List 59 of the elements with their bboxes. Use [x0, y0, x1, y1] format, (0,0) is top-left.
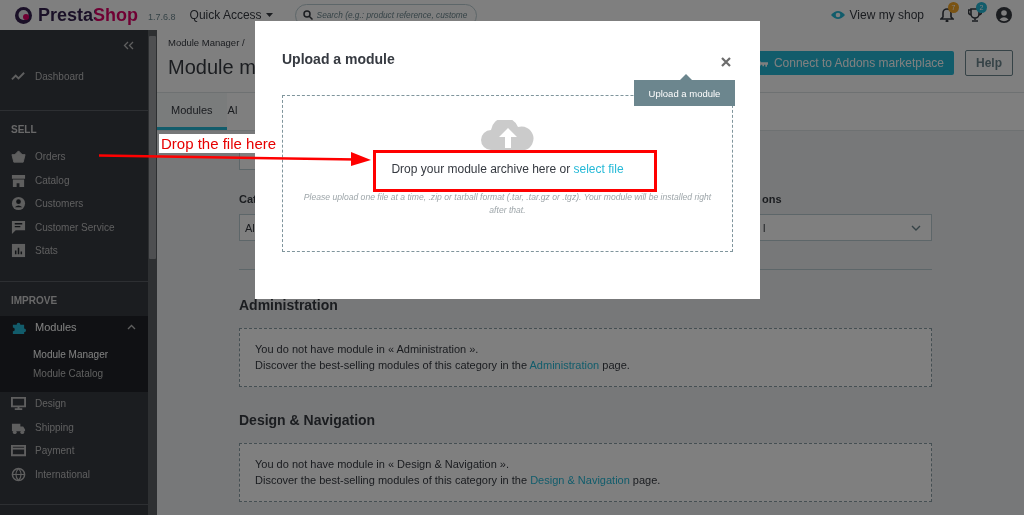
quick-access-menu[interactable]: Quick Access: [189, 8, 273, 22]
notice-text: You do not have module in « Administration ».: [255, 342, 480, 357]
section-title: Administration: [239, 296, 339, 315]
eye-icon: [830, 10, 845, 20]
sidebar-item[interactable]: Orders: [0, 145, 148, 169]
sidebar-item[interactable]: Design: [0, 392, 148, 416]
globe-icon: [11, 466, 26, 482]
select-value: Al: [245, 221, 255, 234]
sidebar-item[interactable]: Stats: [0, 239, 148, 263]
submenu-item[interactable]: Module Manager: [0, 345, 148, 364]
sidebar-item[interactable]: Dashboard: [0, 60, 148, 92]
caret-icon: [265, 13, 273, 17]
notice-text: You do not have module in « Design & Navigation ».: [255, 457, 510, 472]
bar-chart-icon: [11, 243, 26, 259]
cloud-upload-icon: [480, 120, 535, 150]
tab[interactable]: Al: [226, 93, 252, 130]
chat-icon: [11, 219, 26, 235]
tooltip: Upload a module: [634, 80, 735, 106]
filter-label: ons: [761, 192, 782, 206]
sidebar-item[interactable]: Customers: [0, 192, 148, 216]
view-shop-link[interactable]: View my shop: [849, 8, 924, 22]
collapse-icon[interactable]: [123, 40, 134, 50]
scrollbar-thumb[interactable]: [149, 36, 156, 259]
sidebar-item[interactable]: Payment: [0, 439, 148, 463]
user-icon[interactable]: [996, 7, 1012, 23]
sidebar-item[interactable]: International: [0, 462, 148, 486]
category-link[interactable]: Design & Navigation: [530, 473, 630, 486]
section-title: Design & Navigation: [239, 411, 377, 430]
card-icon: [11, 443, 26, 459]
basket-icon: [11, 149, 26, 165]
chevron-up-icon: [127, 324, 136, 331]
category-link[interactable]: Administration: [529, 358, 600, 371]
store-icon: [11, 172, 26, 188]
discover-text: Discover the best-selling modules of this category in the Administration page.: [255, 357, 631, 373]
page-title: Module m: [168, 55, 256, 80]
drop-instruction: Drop your module archive here or select file: [391, 161, 624, 177]
modal-title: Upload a module: [282, 51, 395, 67]
monitor-icon: [11, 396, 26, 412]
search-icon: [302, 10, 313, 20]
submenu-item[interactable]: Module Catalog: [0, 364, 148, 383]
select-file-link[interactable]: select file: [573, 162, 624, 176]
filter-label: Cat: [239, 192, 257, 206]
help-button[interactable]: Help: [965, 50, 1013, 76]
logo-icon: [15, 6, 32, 24]
sidebar-item[interactable]: Catalog: [0, 168, 148, 192]
tab[interactable]: Modules: [157, 93, 227, 130]
section-heading: IMPROVE: [10, 293, 59, 308]
version-label: 1.7.6.8: [148, 12, 176, 22]
discover-text: Discover the best-selling modules of this category in the Design & Navigation page.: [255, 472, 662, 488]
section-heading: SELL: [10, 123, 38, 137]
upload-hint: Please upload one file at a time, .zip or tarball format (.tar, .tar.gz or .tgz). Your module will be installed right after that.: [302, 191, 713, 217]
bell-icon[interactable]: [940, 8, 954, 22]
trophy-icon[interactable]: [968, 8, 982, 22]
sidebar-item[interactable]: Shipping: [0, 415, 148, 439]
close-icon[interactable]: [721, 57, 731, 67]
person-icon: [11, 196, 26, 212]
sidebar-item[interactable]: Customer Service: [0, 215, 148, 239]
select-value: l: [763, 221, 766, 234]
chevron-down-icon: [911, 224, 921, 231]
